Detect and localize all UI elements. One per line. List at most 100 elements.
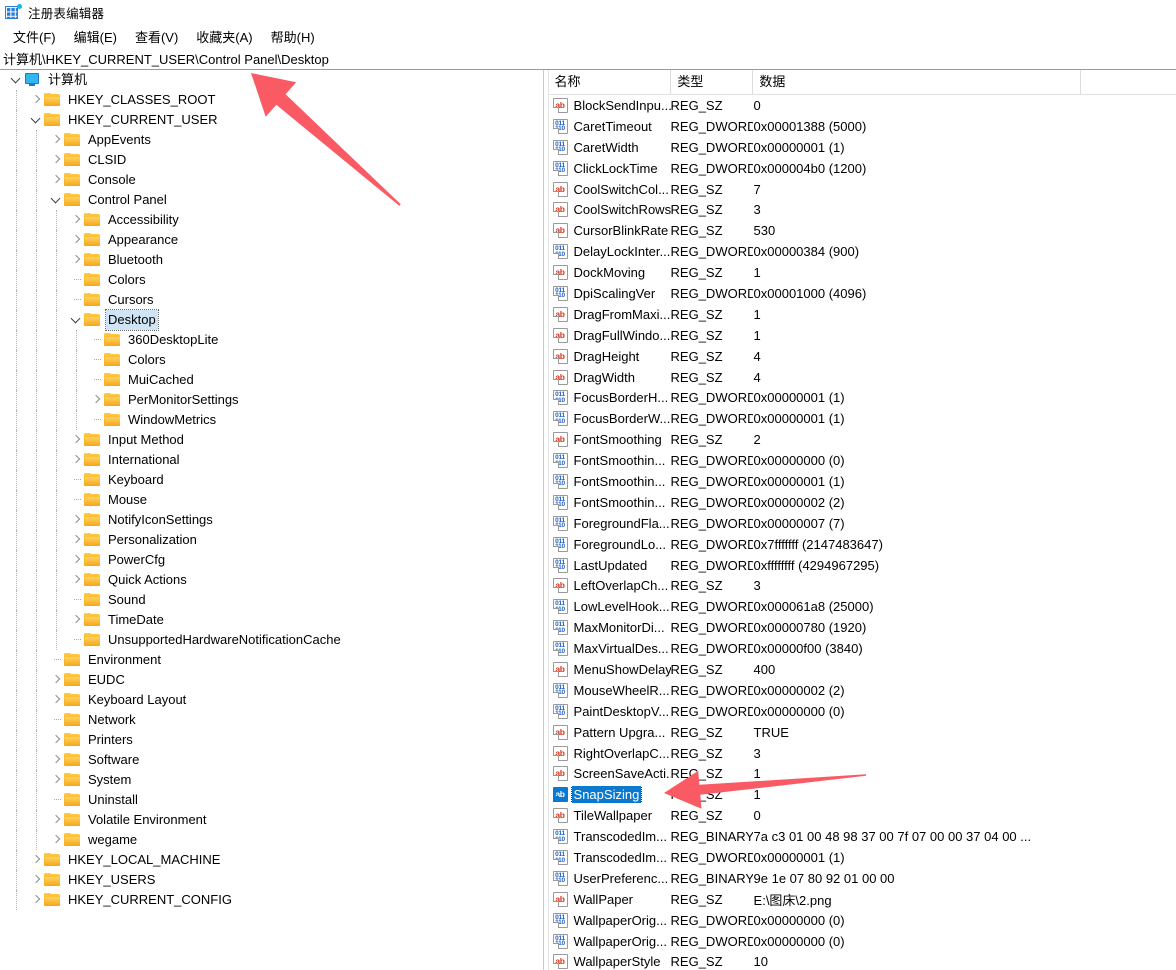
table-row[interactable]: 011 110 TranscodedIm... REG_DWORD 0x00000001… — [549, 847, 1176, 868]
chevron-right-icon[interactable] — [68, 210, 84, 230]
chevron-right-icon[interactable] — [48, 670, 64, 690]
tree-item-colors[interactable]: Colors — [0, 350, 543, 370]
table-row[interactable]: 011 110 DelayLockInter... REG_DWORD 0x000003… — [549, 241, 1176, 262]
tree-item-environment[interactable]: Environment — [0, 650, 543, 670]
tree-item-uninstall[interactable]: Uninstall — [0, 790, 543, 810]
tree-item-control-panel[interactable]: Control Panel — [0, 190, 543, 210]
chevron-right-icon[interactable] — [68, 430, 84, 450]
table-row[interactable]: ab FontSmoothing REG_SZ 2 — [549, 429, 1176, 450]
table-row[interactable]: 011 110 WallpaperOrig... REG_DWORD 0x0000000… — [549, 910, 1176, 931]
tree-item-volatile-environment[interactable]: Volatile Environment — [0, 810, 543, 830]
chevron-down-icon[interactable] — [28, 110, 44, 130]
table-row[interactable]: 011 110 FontSmoothin... REG_DWORD 0x00000000… — [549, 450, 1176, 471]
tree-item-hkey-current-config[interactable]: HKEY_CURRENT_CONFIG — [0, 890, 543, 910]
table-row[interactable]: 011 110 CaretTimeout REG_DWORD 0x00001388 (5… — [549, 116, 1176, 137]
tree-item-accessibility[interactable]: Accessibility — [0, 210, 543, 230]
tree-item-keyboard[interactable]: Keyboard — [0, 470, 543, 490]
address-bar[interactable]: 计算机\HKEY_CURRENT_USER\Control Panel\Desk… — [0, 48, 1176, 70]
tree-item-powercfg[interactable]: PowerCfg — [0, 550, 543, 570]
table-row[interactable]: 011 110 FocusBorderW... REG_DWORD 0x00000001… — [549, 408, 1176, 429]
table-row[interactable]: 011 110 FontSmoothin... REG_DWORD 0x00000001… — [549, 471, 1176, 492]
table-row[interactable]: 011 110 TranscodedIm... REG_BINARY 7a c3 01 … — [549, 826, 1176, 847]
tree-item-desktop[interactable]: Desktop — [0, 309, 543, 331]
tree-item-international[interactable]: International — [0, 450, 543, 470]
chevron-down-icon[interactable] — [48, 190, 64, 210]
tree-item-mouse[interactable]: Mouse — [0, 490, 543, 510]
tree-item-input-method[interactable]: Input Method — [0, 430, 543, 450]
table-row[interactable]: ab TileWallpaper REG_SZ 0 — [549, 805, 1176, 826]
menu-edit[interactable]: 编辑(E) — [65, 25, 126, 48]
tree-item-personalization[interactable]: Personalization — [0, 530, 543, 550]
table-row[interactable]: ab MenuShowDelay REG_SZ 400 — [549, 659, 1176, 680]
chevron-right-icon[interactable] — [48, 730, 64, 750]
chevron-right-icon[interactable] — [68, 230, 84, 250]
tree-item-notifyiconsettings[interactable]: NotifyIconSettings — [0, 510, 543, 530]
chevron-right-icon[interactable] — [68, 570, 84, 590]
table-row[interactable]: 011 110 ClickLockTime REG_DWORD 0x000004b0 (… — [549, 158, 1176, 179]
registry-values-pane[interactable]: 名称 类型 数据 ab BlockSendInpu... REG_SZ 0 011 110… — [548, 70, 1176, 970]
tree-item-software[interactable]: Software — [0, 750, 543, 770]
chevron-right-icon[interactable] — [68, 550, 84, 570]
table-row[interactable]: ab BlockSendInpu... REG_SZ 0 — [549, 95, 1176, 116]
tree-item-360desktoplite[interactable]: 360DesktopLite — [0, 330, 543, 350]
table-row[interactable]: ab WallpaperStyle REG_SZ 10 — [549, 952, 1176, 970]
table-row[interactable]: ab CoolSwitchRows REG_SZ 3 — [549, 199, 1176, 220]
tree-item-timedate[interactable]: TimeDate — [0, 610, 543, 630]
tree-item-hkey-users[interactable]: HKEY_USERS — [0, 870, 543, 890]
table-row[interactable]: ab CoolSwitchCol... REG_SZ 7 — [549, 179, 1176, 200]
tree-item-wegame[interactable]: wegame — [0, 830, 543, 850]
table-row[interactable]: 011 110 CaretWidth REG_DWORD 0x00000001 (1) — [549, 137, 1176, 158]
chevron-right-icon[interactable] — [28, 90, 44, 110]
table-row[interactable]: 011 110 UserPreferenc... REG_BINARY 9e 1e 07… — [549, 868, 1176, 889]
table-row[interactable]: ab DragHeight REG_SZ 4 — [549, 346, 1176, 367]
table-row[interactable]: ab DragFromMaxi... REG_SZ 1 — [549, 304, 1176, 325]
column-header-data[interactable]: 数据 — [752, 70, 1080, 94]
chevron-right-icon[interactable] — [68, 530, 84, 550]
table-row[interactable]: 011 110 PaintDesktopV... REG_DWORD 0x0000000… — [549, 701, 1176, 722]
tree-item-hkey-classes-root[interactable]: HKEY_CLASSES_ROOT — [0, 90, 543, 110]
tree-item-system[interactable]: System — [0, 770, 543, 790]
tree-item-appevents[interactable]: AppEvents — [0, 130, 543, 150]
tree-item-windowmetrics[interactable]: WindowMetrics — [0, 410, 543, 430]
table-row[interactable]: ab LeftOverlapCh... REG_SZ 3 — [549, 575, 1176, 596]
chevron-down-icon[interactable] — [8, 70, 24, 90]
tree-item-unsupportedhardwarenotificationcache[interactable]: UnsupportedHardwareNotificationCache — [0, 630, 543, 650]
chevron-right-icon[interactable] — [28, 850, 44, 870]
table-row[interactable]: 011 110 MouseWheelR... REG_DWORD 0x00000002 … — [549, 680, 1176, 701]
chevron-right-icon[interactable] — [48, 150, 64, 170]
chevron-right-icon[interactable] — [28, 870, 44, 890]
table-row[interactable]: 011 110 LowLevelHook... REG_DWORD 0x000061a8… — [549, 596, 1176, 617]
tree-item-colors[interactable]: Colors — [0, 270, 543, 290]
chevron-right-icon[interactable] — [48, 770, 64, 790]
chevron-right-icon[interactable] — [48, 170, 64, 190]
chevron-right-icon[interactable] — [68, 250, 84, 270]
tree-item-network[interactable]: Network — [0, 710, 543, 730]
registry-values-list[interactable]: ab BlockSendInpu... REG_SZ 0 011 110 CaretTime… — [549, 95, 1176, 970]
chevron-right-icon[interactable] — [88, 390, 104, 410]
table-row[interactable]: ab Pattern Upgra... REG_SZ TRUE — [549, 722, 1176, 743]
tree-item-permonitorsettings[interactable]: PerMonitorSettings — [0, 390, 543, 410]
table-row[interactable]: 011 110 MaxVirtualDes... REG_DWORD 0x00000f0… — [549, 638, 1176, 659]
table-row[interactable]: 011 110 ForegroundLo... REG_DWORD 0x7fffffff… — [549, 534, 1176, 555]
registry-tree-pane[interactable]: 计算机 HKEY_CLASSES_ROOT HKEY_CURRENT_USER App… — [0, 70, 543, 970]
column-header-name[interactable]: 名称 — [549, 70, 671, 94]
chevron-right-icon[interactable] — [48, 130, 64, 150]
table-row[interactable]: ab CursorBlinkRate REG_SZ 530 — [549, 220, 1176, 241]
table-row[interactable]: ab DragFullWindo... REG_SZ 1 — [549, 325, 1176, 346]
chevron-right-icon[interactable] — [68, 510, 84, 530]
tree-item-hkey-local-machine[interactable]: HKEY_LOCAL_MACHINE — [0, 850, 543, 870]
table-row[interactable]: 011 110 FocusBorderH... REG_DWORD 0x00000001… — [549, 387, 1176, 408]
menu-view[interactable]: 查看(V) — [126, 25, 187, 48]
tree-item-printers[interactable]: Printers — [0, 730, 543, 750]
chevron-down-icon[interactable] — [68, 310, 84, 330]
chevron-right-icon[interactable] — [48, 690, 64, 710]
tree-item-[interactable]: 计算机 — [0, 70, 543, 90]
table-row[interactable]: ab DragWidth REG_SZ 4 — [549, 367, 1176, 388]
menu-file[interactable]: 文件(F) — [4, 25, 65, 48]
table-row[interactable]: 011 110 MaxMonitorDi... REG_DWORD 0x00000780… — [549, 617, 1176, 638]
tree-item-cursors[interactable]: Cursors — [0, 290, 543, 310]
tree-item-keyboard-layout[interactable]: Keyboard Layout — [0, 690, 543, 710]
table-row[interactable]: 011 110 LastUpdated REG_DWORD 0xffffffff (42… — [549, 555, 1176, 576]
menu-help[interactable]: 帮助(H) — [262, 25, 324, 48]
tree-item-clsid[interactable]: CLSID — [0, 150, 543, 170]
